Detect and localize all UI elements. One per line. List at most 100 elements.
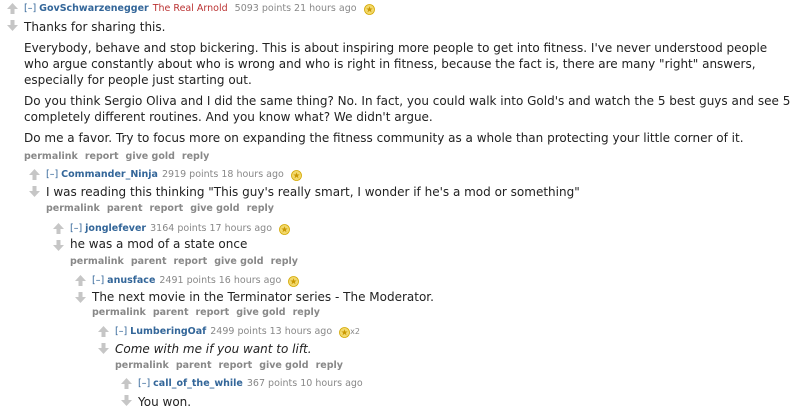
parent-button[interactable]: parent — [107, 203, 143, 214]
parent-button[interactable]: parent — [176, 360, 212, 371]
collapse-toggle[interactable]: [–] — [115, 326, 127, 337]
collapse-toggle[interactable]: [–] — [24, 3, 36, 14]
author-link[interactable]: GovSchwarzenegger — [39, 3, 149, 14]
author-link[interactable]: LumberingOaf — [130, 326, 206, 337]
comment-paragraph: You won. — [138, 395, 192, 409]
give-gold-button[interactable]: give gold — [214, 256, 263, 267]
comment-tagline: [–] anusface 2491 points 16 hours ago — [92, 274, 300, 288]
up-arrow-icon[interactable] — [28, 168, 41, 181]
up-arrow-icon[interactable] — [6, 2, 19, 15]
give-gold-button[interactable]: give gold — [126, 151, 175, 162]
vote-arrows — [97, 325, 111, 359]
up-arrow-icon[interactable] — [52, 222, 65, 235]
timestamp: 16 hours ago — [218, 275, 282, 286]
give-gold-button[interactable]: give gold — [259, 360, 308, 371]
permalink-button[interactable]: permalink — [24, 151, 78, 162]
permalink-button[interactable]: permalink — [115, 360, 169, 371]
permalink-button[interactable]: permalink — [70, 256, 124, 267]
down-arrow-icon[interactable] — [74, 291, 87, 304]
vote-arrows — [120, 377, 134, 411]
score: 5093 points — [234, 3, 292, 14]
down-arrow-icon[interactable] — [52, 239, 65, 252]
gold-star-icon — [288, 276, 300, 287]
vote-arrows — [52, 222, 66, 256]
timestamp: 10 hours ago — [300, 378, 363, 389]
collapse-toggle[interactable]: [–] — [92, 275, 104, 286]
comment-tagline: [–] jonglefever 3164 points 17 hours ago — [70, 222, 290, 236]
comment-paragraph: he was a mod of a state once — [70, 237, 248, 251]
gold-star-icon — [363, 4, 375, 15]
gold-star-icon — [339, 327, 351, 338]
report-button[interactable]: report — [219, 360, 253, 371]
comment-paragraph: Thanks for sharing this. — [24, 20, 166, 34]
comment-paragraph: Everybody, behave and stop bickering. Th… — [24, 41, 768, 87]
report-button[interactable]: report — [196, 307, 230, 318]
collapse-toggle[interactable]: [–] — [138, 378, 150, 389]
down-arrow-icon[interactable] — [6, 19, 19, 32]
report-button[interactable]: report — [174, 256, 208, 267]
author-link[interactable]: jonglefever — [85, 223, 146, 234]
up-arrow-icon[interactable] — [74, 274, 87, 287]
author-link[interactable]: Commander_Ninja — [61, 169, 158, 180]
comment-anusface: [–] anusface 2491 points 16 hours ago The n… — [74, 274, 788, 322]
vote-arrows — [74, 274, 88, 308]
comment-buttons: permalink parent report give gold reply — [115, 360, 350, 372]
comment-body: Thanks for sharing this. Everybody, beha… — [24, 19, 794, 151]
comment-commander-ninja: [–] Commander_Ninja 2919 points 18 hours ag… — [28, 168, 788, 216]
author-link[interactable]: call_of_the_while — [153, 378, 243, 389]
comment-buttons: permalink report give gold reply — [24, 151, 216, 163]
collapse-toggle[interactable]: [–] — [70, 223, 82, 234]
reply-button[interactable]: reply — [293, 307, 320, 318]
give-gold-button[interactable]: give gold — [236, 307, 285, 318]
comment-tagline: [–] GovSchwarzenegger The Real Arnold 5093 … — [24, 2, 375, 16]
permalink-button[interactable]: permalink — [92, 307, 146, 318]
down-arrow-icon[interactable] — [120, 394, 133, 407]
up-arrow-icon[interactable] — [120, 377, 133, 390]
comment-govschwarzenegger: [–] GovSchwarzenegger The Real Arnold 5093 … — [6, 2, 796, 162]
comment-buttons: permalink parent report give gold reply — [46, 203, 281, 215]
report-button[interactable]: report — [85, 151, 119, 162]
comment-paragraph: The next movie in the Terminator series … — [92, 290, 434, 304]
down-arrow-icon[interactable] — [28, 185, 41, 198]
parent-button[interactable]: parent — [153, 307, 189, 318]
comment-call-of-the-while: [–] call_of_the_while 367 points 10 hours a… — [120, 377, 788, 411]
comment-paragraph: Come with me if you want to lift. — [115, 342, 312, 356]
comment-paragraph: I was reading this thinking "This guy's … — [46, 185, 580, 199]
score: 2491 points — [159, 275, 216, 286]
gold-star-icon — [279, 224, 290, 235]
timestamp: 13 hours ago — [269, 326, 333, 337]
comment-buttons: permalink parent report give gold reply — [92, 307, 327, 319]
timestamp: 17 hours ago — [209, 223, 273, 234]
score: 2499 points — [210, 326, 267, 337]
collapse-toggle[interactable]: [–] — [46, 169, 58, 180]
comment-tagline: [–] Commander_Ninja 2919 points 18 hours ag… — [46, 168, 302, 182]
comment-body: I was reading this thinking "This guy's … — [46, 184, 786, 205]
vote-arrows — [28, 168, 42, 202]
reply-button[interactable]: reply — [271, 256, 298, 267]
comment-buttons: permalink parent report give gold reply — [70, 256, 305, 268]
comment-lumberingoaf: [–] LumberingOaf 2499 points 13 hours ago x2… — [97, 325, 788, 373]
timestamp: 21 hours ago — [294, 3, 357, 14]
timestamp: 18 hours ago — [221, 169, 284, 180]
up-arrow-icon[interactable] — [97, 325, 110, 338]
score: 2919 points — [161, 169, 219, 180]
gold-star-icon — [290, 170, 302, 181]
reply-button[interactable]: reply — [316, 360, 343, 371]
reply-button[interactable]: reply — [247, 203, 274, 214]
author-flair: The Real Arnold — [152, 3, 228, 14]
reply-button[interactable]: reply — [182, 151, 209, 162]
parent-button[interactable]: parent — [131, 256, 167, 267]
permalink-button[interactable]: permalink — [46, 203, 100, 214]
comment-paragraph: Do me a favor. Try to focus more on expa… — [24, 131, 744, 145]
comment-paragraph: Do you think Sergio Oliva and I did the … — [24, 94, 791, 124]
comment-body: Come with me if you want to lift. — [115, 341, 786, 362]
author-link[interactable]: anusface — [107, 275, 155, 286]
vote-arrows — [6, 2, 20, 36]
comment-jonglefever: [–] jonglefever 3164 points 17 hours ago he… — [52, 222, 788, 270]
report-button[interactable]: report — [150, 203, 184, 214]
down-arrow-icon[interactable] — [97, 342, 110, 355]
give-gold-button[interactable]: give gold — [190, 203, 239, 214]
comment-body: he was a mod of a state once — [70, 236, 786, 257]
score: 367 points — [246, 378, 298, 389]
comment-tagline: [–] LumberingOaf 2499 points 13 hours ago x2 — [115, 325, 360, 339]
